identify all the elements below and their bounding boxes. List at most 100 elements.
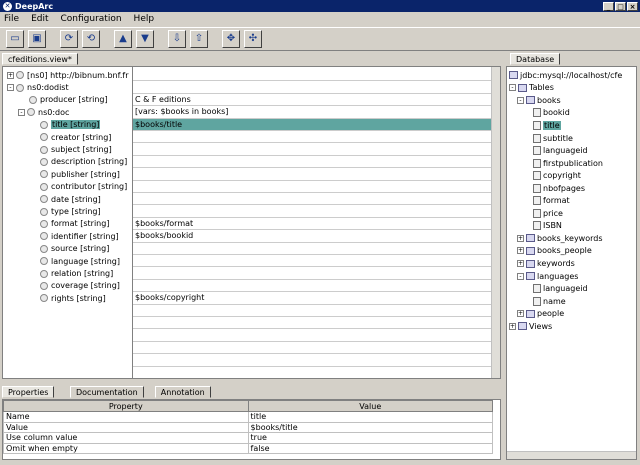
close-icon[interactable]: × — [627, 1, 638, 11]
mapping-cell[interactable] — [133, 354, 494, 367]
property-value[interactable]: false — [247, 442, 494, 454]
column-node[interactable]: bookid — [533, 107, 570, 120]
move-down-button[interactable]: ▼ — [136, 30, 154, 48]
tree-node[interactable]: coverage [string] — [3, 280, 120, 292]
column-node[interactable]: ISBN — [533, 220, 562, 233]
tree-node[interactable]: creator [string] — [3, 131, 111, 143]
column-node[interactable]: firstpublication — [533, 157, 603, 170]
tree-node[interactable]: language [string] — [3, 255, 120, 267]
table-node[interactable]: + Views — [509, 320, 552, 333]
column-node[interactable]: nbofpages — [533, 182, 585, 195]
table-node[interactable]: + keywords — [517, 257, 575, 270]
tree-node[interactable]: source [string] — [3, 243, 109, 255]
mapping-cell[interactable] — [133, 305, 494, 317]
tree-node[interactable]: contributor [string] — [3, 181, 127, 193]
table-node[interactable]: - languages — [517, 270, 578, 283]
table-node[interactable]: jdbc:mysql://localhost/cfe — [509, 69, 622, 82]
mapping-cell[interactable] — [133, 267, 494, 280]
mapping-cell[interactable] — [133, 193, 494, 206]
column-node[interactable]: subtitle — [533, 132, 573, 145]
mapping-cell[interactable] — [133, 156, 494, 169]
tree-node[interactable]: date [string] — [3, 193, 101, 205]
mapping-cell[interactable]: $books/format — [133, 218, 494, 231]
tree-node[interactable]: publisher [string] — [3, 168, 120, 180]
export-button[interactable]: ⇩ — [168, 30, 186, 48]
mapping-cell[interactable]: $books/copyright — [133, 292, 494, 305]
mapping-cell[interactable]: [vars: $books in books] — [133, 106, 494, 119]
menu-item-help[interactable]: Help — [134, 14, 155, 24]
tree-node[interactable]: subject [string] — [3, 143, 112, 155]
move-up-button[interactable]: ▲ — [114, 30, 132, 48]
mapping-cell[interactable] — [133, 280, 494, 293]
mapping-cell[interactable] — [133, 329, 494, 342]
mapping-cell[interactable] — [133, 342, 494, 355]
column-node[interactable]: copyright — [533, 169, 581, 182]
table-node[interactable]: - Tables — [509, 82, 554, 95]
expand-icon[interactable]: + — [517, 260, 524, 267]
tree-node[interactable]: - ns0:doc — [3, 106, 69, 118]
expand-icon[interactable]: + — [517, 310, 524, 318]
expand-button[interactable]: ✥ — [222, 30, 240, 48]
tree-node[interactable]: producer [string] — [3, 94, 108, 106]
collapse-icon[interactable]: - — [7, 84, 14, 92]
tab-properties[interactable]: Properties — [2, 386, 55, 398]
table-node[interactable]: + books_keywords — [517, 232, 603, 245]
tab-cfeditions-view[interactable]: cfeditions.view* — [2, 53, 78, 65]
tree-node[interactable]: + [ns0] http://bibnum.bnf.fr — [3, 69, 129, 81]
new-button[interactable]: ▭ — [6, 30, 24, 48]
expand-icon[interactable]: + — [517, 247, 524, 255]
table-node[interactable]: - books — [517, 94, 561, 107]
property-value[interactable]: $books/title — [247, 421, 494, 433]
column-node[interactable]: name — [533, 295, 566, 308]
tree-node[interactable]: - ns0:dodist — [3, 81, 69, 93]
column-node[interactable]: price — [533, 207, 563, 220]
mapping-cell[interactable] — [133, 69, 494, 82]
mapping-cell[interactable] — [133, 317, 494, 330]
table-node[interactable]: + books_people — [517, 245, 592, 258]
horizontal-splitter[interactable] — [2, 380, 501, 385]
mapping-cell[interactable] — [133, 181, 494, 193]
open-button[interactable]: ▣ — [28, 30, 46, 48]
mapping-cell[interactable] — [133, 205, 494, 218]
collapse-icon[interactable]: - — [509, 84, 516, 92]
mapping-cell[interactable] — [133, 168, 494, 181]
expand-icon[interactable]: + — [517, 234, 524, 242]
mapping-cell[interactable]: $books/bookid — [133, 230, 494, 243]
mapping-cell[interactable] — [133, 143, 494, 156]
tree-node[interactable]: type [string] — [3, 205, 101, 217]
tab-documentation[interactable]: Documentation — [70, 386, 144, 398]
column-node[interactable]: title — [533, 119, 561, 132]
mapping-cell[interactable]: $books/title — [133, 118, 494, 131]
property-value[interactable]: true — [247, 432, 494, 444]
table-node[interactable]: + people — [517, 307, 564, 320]
collapse-icon[interactable]: - — [517, 96, 524, 104]
mapping-cell[interactable] — [133, 367, 494, 378]
mapping-cell[interactable] — [133, 243, 494, 255]
save-button[interactable]: ⟳ — [60, 30, 78, 48]
expand-icon[interactable]: + — [509, 322, 516, 330]
tree-node[interactable]: format [string] — [3, 218, 109, 230]
menu-item-edit[interactable]: Edit — [31, 14, 48, 24]
tree-node[interactable]: title [string] — [3, 119, 101, 131]
tab-database[interactable]: Database — [510, 53, 561, 65]
import-button[interactable]: ⇧ — [190, 30, 208, 48]
mapping-cell[interactable]: C & F editions — [133, 94, 494, 107]
collapse-icon[interactable]: - — [18, 108, 25, 116]
minimize-icon[interactable]: _ — [603, 1, 614, 11]
column-node[interactable]: languageid — [533, 144, 588, 157]
horizontal-scrollbar[interactable] — [507, 451, 636, 459]
maximize-icon[interactable]: □ — [615, 1, 626, 11]
menu-item-configuration[interactable]: Configuration — [61, 14, 122, 24]
menu-item-file[interactable]: File — [4, 14, 19, 24]
refresh-button[interactable]: ⟲ — [82, 30, 100, 48]
expand-icon[interactable]: + — [7, 71, 14, 79]
tree-node[interactable]: relation [string] — [3, 267, 113, 279]
mapping-cell[interactable] — [133, 81, 494, 94]
tree-node[interactable]: description [string] — [3, 156, 127, 168]
mapping-cell[interactable] — [133, 131, 494, 144]
collapse-icon[interactable]: - — [517, 272, 524, 280]
tree-node[interactable]: rights [string] — [3, 292, 106, 304]
mapping-cell[interactable] — [133, 255, 494, 268]
column-node[interactable]: format — [533, 195, 570, 208]
tab-annotation[interactable]: Annotation — [154, 386, 211, 398]
